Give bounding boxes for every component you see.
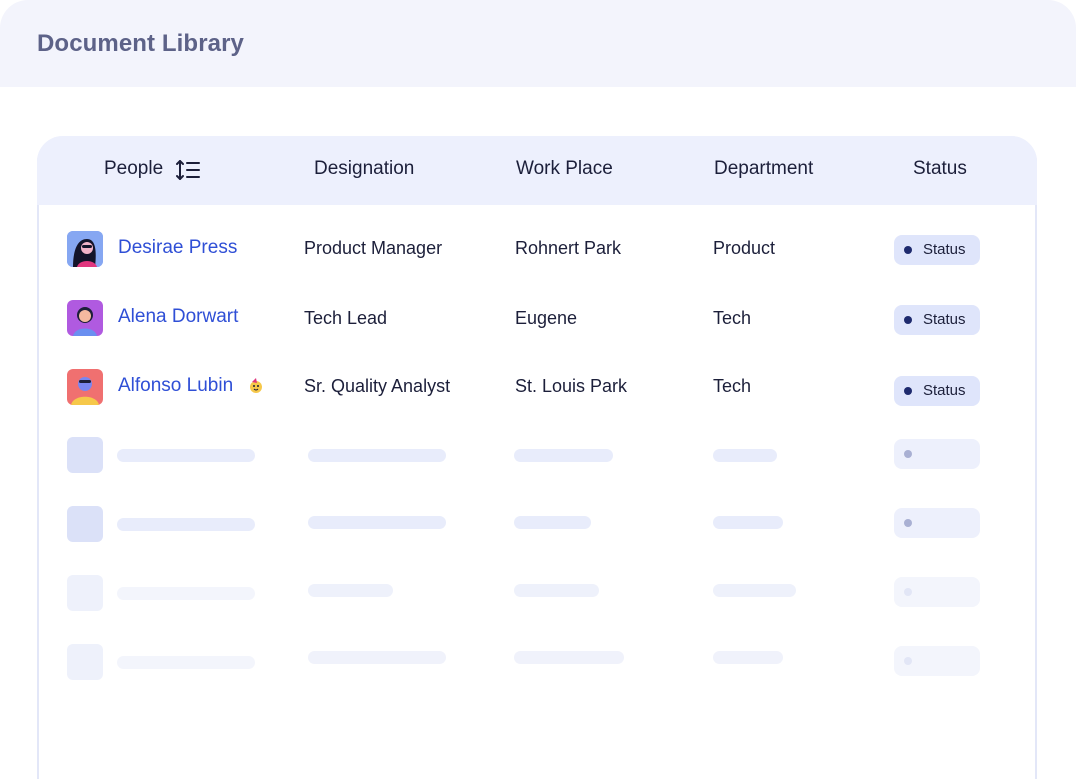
- column-header-people[interactable]: People: [104, 158, 163, 180]
- column-header-designation[interactable]: Designation: [314, 158, 414, 180]
- designation-cell: Sr. Quality Analyst: [304, 376, 451, 396]
- placeholder-bar: [514, 449, 613, 462]
- table-row[interactable]: Desirae Press Product Manager Rohnert Pa…: [0, 220, 1076, 280]
- sort-icon[interactable]: [175, 157, 201, 183]
- status-label: Status: [923, 241, 966, 258]
- placeholder-bar: [117, 587, 255, 600]
- status-dot-icon: [904, 387, 912, 395]
- work-place-cell: St. Louis Park: [515, 376, 628, 396]
- avatar-woman-dark-hair-icon: [67, 231, 103, 267]
- status-label: Status: [923, 311, 966, 328]
- placeholder-avatar: [67, 575, 103, 611]
- page-header: Document Library: [0, 0, 1076, 87]
- placeholder-badge: [894, 646, 980, 676]
- placeholder-bar: [514, 516, 591, 529]
- avatar-man-yellow-icon: [67, 369, 103, 405]
- party-face-icon: [250, 378, 262, 393]
- placeholder-bar: [514, 651, 624, 664]
- person-name-link[interactable]: Alena Dorwart: [118, 306, 238, 328]
- placeholder-bar: [308, 449, 446, 462]
- placeholder-bar: [117, 656, 255, 669]
- status-dot-icon: [904, 246, 912, 254]
- placeholder-bar: [117, 449, 255, 462]
- work-place-cell: Rohnert Park: [515, 238, 622, 258]
- placeholder-dot: [904, 519, 912, 527]
- work-place-cell: Eugene: [515, 308, 578, 328]
- placeholder-bar: [308, 584, 393, 597]
- placeholder-row: [0, 644, 1076, 704]
- placeholder-bar: [308, 516, 446, 529]
- placeholder-dot: [904, 450, 912, 458]
- table-row[interactable]: Alfonso Lubin Sr. Quality Analyst St. Lo…: [0, 358, 1076, 418]
- placeholder-bar: [713, 449, 777, 462]
- column-header-department[interactable]: Department: [714, 158, 813, 180]
- column-header-status[interactable]: Status: [913, 158, 967, 180]
- placeholder-dot: [904, 657, 912, 665]
- person-name-link[interactable]: Desirae Press: [118, 237, 237, 259]
- table-row[interactable]: Alena Dorwart Tech Lead Eugene Tech Stat…: [0, 289, 1076, 349]
- status-badge[interactable]: Status: [894, 376, 980, 406]
- status-badge[interactable]: Status: [894, 305, 980, 335]
- designation-cell: Tech Lead: [304, 308, 388, 328]
- placeholder-bar: [713, 516, 783, 529]
- department-cell: Tech: [713, 308, 752, 328]
- placeholder-bar: [713, 584, 796, 597]
- placeholder-badge: [894, 439, 980, 469]
- placeholder-badge: [894, 577, 980, 607]
- placeholder-dot: [904, 588, 912, 596]
- department-cell: Tech: [713, 376, 752, 396]
- placeholder-badge: [894, 508, 980, 538]
- designation-cell: Product Manager: [304, 238, 443, 258]
- column-header-work-place[interactable]: Work Place: [516, 158, 613, 180]
- page-title: Document Library: [37, 30, 244, 57]
- department-cell: Product: [713, 238, 776, 258]
- status-dot-icon: [904, 316, 912, 324]
- placeholder-bar: [713, 651, 783, 664]
- status-badge[interactable]: Status: [894, 235, 980, 265]
- person-name-link[interactable]: Alfonso Lubin: [118, 375, 233, 397]
- placeholder-bar: [514, 584, 599, 597]
- placeholder-avatar: [67, 437, 103, 473]
- placeholder-avatar: [67, 506, 103, 542]
- placeholder-bar: [308, 651, 446, 664]
- placeholder-row: [0, 506, 1076, 566]
- status-label: Status: [923, 382, 966, 399]
- placeholder-row: [0, 575, 1076, 635]
- placeholder-bar: [117, 518, 255, 531]
- placeholder-avatar: [67, 644, 103, 680]
- avatar-woman-purple-icon: [67, 300, 103, 336]
- placeholder-row: [0, 437, 1076, 497]
